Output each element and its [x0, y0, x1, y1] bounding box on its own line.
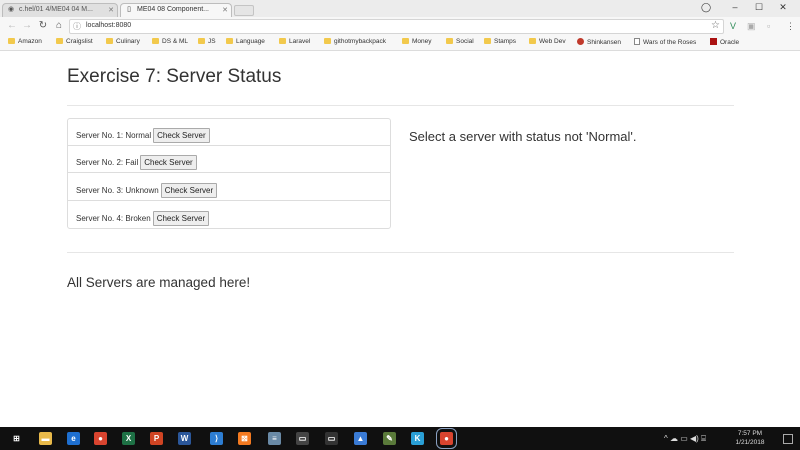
list-item: Server No. 1: Normal Check Server: [68, 119, 390, 146]
tab-title: ME04 08 Component...: [137, 6, 209, 13]
bookmark-craigslist[interactable]: Craigslist: [56, 38, 93, 45]
restore-button[interactable]: ☐: [752, 2, 766, 13]
page-title: Exercise 7: Server Status: [67, 66, 282, 87]
server-list: Server No. 1: Normal Check Server Server …: [67, 118, 391, 229]
folder-icon: [56, 38, 63, 44]
extension-icon[interactable]: ▣: [747, 21, 756, 32]
clock[interactable]: 7:57 PM 1/21/2018: [732, 429, 768, 447]
list-item: Server No. 3: Unknown Check Server: [68, 174, 390, 201]
new-tab-button[interactable]: [234, 5, 254, 16]
page-viewport: Exercise 7: Server Status Server No. 1: …: [0, 51, 800, 427]
photos-icon[interactable]: ▲: [354, 432, 367, 445]
page-icon: ▯: [127, 6, 131, 13]
record-icon: [577, 38, 584, 45]
folder-icon: [484, 38, 491, 44]
bookmark-stamps[interactable]: Stamps: [484, 38, 516, 45]
reload-icon[interactable]: ↻: [37, 20, 49, 32]
word-icon[interactable]: W: [178, 432, 191, 445]
bookmark-star-icon[interactable]: ☆: [711, 20, 720, 31]
list-item: Server No. 2: Fail Check Server: [68, 146, 390, 173]
notepad-icon[interactable]: ≡: [268, 432, 281, 445]
divider: [67, 252, 734, 253]
bookmark-shinkansen[interactable]: Shinkansen: [577, 38, 621, 46]
chrome-icon[interactable]: ●: [94, 432, 107, 445]
check-server-button[interactable]: Check Server: [160, 183, 218, 198]
forward-icon[interactable]: →: [21, 20, 33, 32]
bookmark-money[interactable]: Money: [402, 38, 432, 45]
tab-title: c.hel/01 4/ME04 04 M...: [19, 6, 93, 13]
terminal-icon[interactable]: ▭: [296, 432, 309, 445]
bookmark-amazon[interactable]: Amazon: [8, 38, 42, 45]
folder-icon: [226, 38, 233, 44]
vscode-icon[interactable]: ⟩: [210, 432, 223, 445]
windows-start-icon[interactable]: ⊞: [10, 432, 23, 445]
footer-text: All Servers are managed here!: [67, 275, 251, 290]
file-explorer-icon[interactable]: ▬: [39, 432, 52, 445]
folder-icon: [198, 38, 205, 44]
list-item: Server No. 4: Broken Check Server: [68, 202, 390, 229]
server-label: Server No. 1: Normal: [76, 131, 152, 140]
check-server-button[interactable]: Check Server: [152, 211, 210, 226]
tool-icon[interactable]: ✎: [383, 432, 396, 445]
status-message: Select a server with status not 'Normal'…: [409, 129, 637, 144]
server-label: Server No. 2: Fail: [76, 158, 139, 167]
back-icon[interactable]: ←: [6, 20, 18, 32]
server-label: Server No. 3: Unknown: [76, 186, 159, 195]
bookmark-js[interactable]: JS: [198, 38, 216, 45]
server-label: Server No. 4: Broken: [76, 214, 151, 223]
folder-icon: [402, 38, 409, 44]
folder-icon: [106, 38, 113, 44]
address-bar[interactable]: ⓘ localhost:8080 ☆: [69, 19, 724, 34]
bookmark-culinary[interactable]: Culinary: [106, 38, 140, 45]
terminal-icon-2[interactable]: ▭: [325, 432, 338, 445]
clock-time: 7:57 PM: [737, 430, 763, 437]
excel-icon[interactable]: X: [122, 432, 135, 445]
taskbar: ^ ☁ ▭ ◀) ⌸ 7:57 PM 1/21/2018 ⊞⌕▬e●XPW⟩⊠≡…: [0, 427, 800, 450]
browser-tab-github[interactable]: ◉ c.hel/01 4/ME04 04 M... ✕: [2, 3, 118, 17]
bookmark-githotmybackpack[interactable]: githotmybackpack: [324, 38, 386, 45]
folder-icon: [279, 38, 286, 44]
bookmarks-bar: Amazon Craigslist Culinary DS & ML JS La…: [0, 36, 800, 51]
minimize-button[interactable]: –: [728, 2, 742, 12]
bookmark-oracle[interactable]: Oracle: [710, 38, 739, 46]
folder-icon: [446, 38, 453, 44]
check-server-button[interactable]: Check Server: [140, 155, 197, 170]
edge-icon[interactable]: e: [67, 432, 80, 445]
profile-icon[interactable]: ◯: [699, 2, 713, 13]
chrome-active-icon[interactable]: ●: [436, 428, 457, 449]
folder-icon: [8, 38, 15, 44]
page-icon: [634, 38, 640, 45]
powerpoint-icon[interactable]: P: [150, 432, 163, 445]
xampp-icon[interactable]: ⊠: [238, 432, 251, 445]
home-icon[interactable]: ⌂: [53, 20, 65, 32]
folder-icon: [324, 38, 331, 44]
bookmark-social[interactable]: Social: [446, 38, 474, 45]
close-window-button[interactable]: ✕: [776, 2, 790, 13]
github-icon: ◉: [7, 6, 15, 13]
info-icon[interactable]: ⓘ: [73, 21, 81, 32]
notification-icon[interactable]: [783, 434, 793, 444]
browser-toolbar: ← → ↻ ⌂ ⓘ localhost:8080 ☆ V ▣ ▫ ⋮: [0, 17, 800, 36]
tray-icons[interactable]: ^ ☁ ▭ ◀) ⌸: [664, 434, 706, 444]
bookmark-ds-ml[interactable]: DS & ML: [152, 38, 188, 45]
clock-date: 1/21/2018: [735, 439, 765, 446]
folder-icon: [152, 38, 159, 44]
folder-icon: [529, 38, 536, 44]
bookmark-wars-of-the-roses[interactable]: Wars of the Roses: [634, 38, 696, 46]
vue-devtools-icon[interactable]: V: [730, 21, 736, 31]
bookmark-web-dev[interactable]: Web Dev: [529, 38, 566, 45]
bookmark-language[interactable]: Language: [226, 38, 265, 45]
browser-tab-bar: ◉ c.hel/01 4/ME04 04 M... ✕ ▯ ME04 08 Co…: [0, 0, 800, 17]
bookmark-laravel[interactable]: Laravel: [279, 38, 310, 45]
address-url: localhost:8080: [86, 22, 132, 29]
tab-close-icon[interactable]: ✕: [108, 6, 114, 14]
oracle-icon: [710, 38, 717, 45]
extension-icon-2[interactable]: ▫: [767, 21, 770, 31]
tab-close-icon[interactable]: ✕: [222, 6, 228, 14]
app-k-icon[interactable]: K: [411, 432, 424, 445]
menu-icon[interactable]: ⋮: [786, 21, 795, 32]
check-server-button[interactable]: Check Server: [153, 128, 210, 143]
browser-tab-active[interactable]: ▯ ME04 08 Component... ✕: [120, 3, 232, 17]
divider: [67, 105, 734, 106]
